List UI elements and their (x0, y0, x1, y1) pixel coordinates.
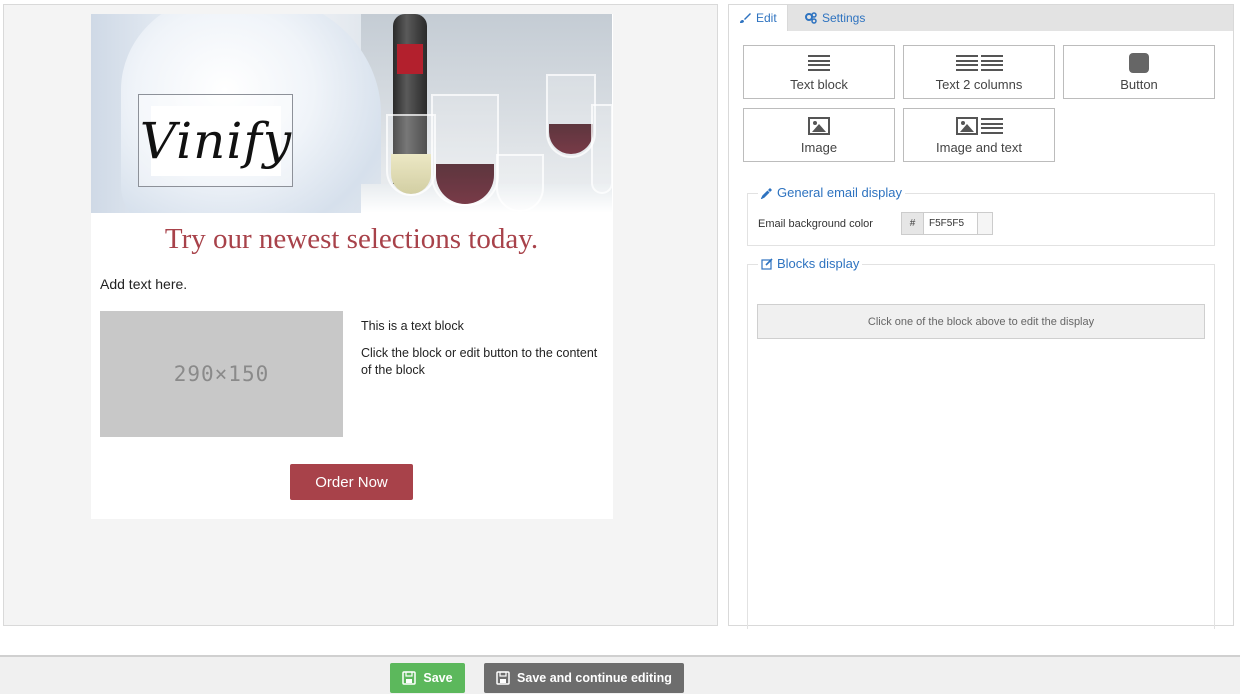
button-icon (1129, 53, 1149, 73)
general-email-display-title: General email display (777, 185, 903, 200)
wine-bottle-label (397, 44, 423, 74)
tab-edit-label: Edit (756, 11, 777, 25)
general-email-display-legend: General email display (758, 185, 906, 200)
blocks-display-title: Blocks display (777, 256, 860, 271)
email-canvas: Vinify Try our newest selections today. … (3, 4, 718, 626)
wine-glass (591, 104, 612, 194)
eyedropper-icon (761, 187, 772, 199)
email-bg-color-label: Email background color (758, 218, 873, 230)
text-block-title[interactable]: This is a text block (361, 319, 464, 333)
color-swatch[interactable] (977, 213, 992, 234)
save-and-continue-label: Save and continue editing (517, 671, 672, 685)
brush-icon (740, 13, 751, 23)
gears-icon (805, 12, 817, 24)
logo-text: Vinify (139, 112, 293, 170)
text-block-body[interactable]: Click the block or edit button to the co… (361, 345, 611, 379)
floppy-disk-icon (402, 671, 417, 685)
image-and-text-label: Image and text (936, 140, 1022, 155)
email-bg-color-value[interactable]: F5F5F5 (924, 213, 977, 234)
image-icon (808, 117, 830, 135)
image-placeholder-size: 290×150 (173, 362, 270, 386)
blocks-display-legend: Blocks display (758, 256, 863, 271)
edit-icon (761, 257, 773, 270)
email-bg-color-field[interactable]: # F5F5F5 (901, 212, 993, 235)
blocks-display-section: Blocks display Click one of the block ab… (747, 256, 1215, 629)
button-block-label: Button (1120, 77, 1158, 92)
button-block-button[interactable]: Button (1063, 45, 1215, 99)
floppy-disk-icon (496, 671, 510, 685)
hash-addon: # (902, 213, 924, 234)
text-2-columns-label: Text 2 columns (935, 77, 1023, 92)
water-glass (496, 154, 544, 212)
image-block-button[interactable]: Image (743, 108, 895, 162)
tab-settings[interactable]: Settings (795, 5, 875, 31)
text-block-button[interactable]: Text block (743, 45, 895, 99)
edit-panel: Edit Settings Text block Text 2 columns … (728, 4, 1234, 629)
footer-bar: Save Save and continue editing (0, 655, 1240, 694)
image-placeholder[interactable]: 290×150 (100, 311, 343, 437)
image-text-icon (955, 115, 1003, 137)
save-label: Save (423, 671, 453, 685)
tab-edit[interactable]: Edit (729, 5, 788, 31)
logo-frame[interactable]: Vinify (138, 94, 293, 187)
logo: Vinify (140, 106, 291, 176)
text-2-columns-button[interactable]: Text 2 columns (903, 45, 1055, 99)
save-button[interactable]: Save (390, 663, 465, 693)
order-now-button[interactable]: Order Now (290, 464, 413, 500)
general-email-display-section: General email display Email background c… (747, 185, 1215, 246)
image-block-label: Image (800, 140, 838, 155)
text-lines-icon (808, 55, 830, 71)
wine-glass (386, 114, 436, 196)
email-preview: Vinify Try our newest selections today. … (91, 14, 613, 519)
wine-glass (546, 74, 596, 158)
tab-settings-label: Settings (822, 11, 866, 25)
save-and-continue-button[interactable]: Save and continue editing (484, 663, 684, 693)
email-headline[interactable]: Try our newest selections today. (91, 223, 612, 256)
tab-bar: Edit Settings (729, 5, 1233, 31)
blocks-display-hint: Click one of the block above to edit the… (757, 304, 1205, 339)
two-columns-icon (955, 52, 1003, 74)
wine-glass (431, 94, 499, 206)
hero-image[interactable]: Vinify (91, 14, 612, 213)
text-placeholder[interactable]: Add text here. (100, 276, 187, 292)
image-and-text-button[interactable]: Image and text (903, 108, 1055, 162)
text-block-label: Text block (790, 77, 848, 92)
